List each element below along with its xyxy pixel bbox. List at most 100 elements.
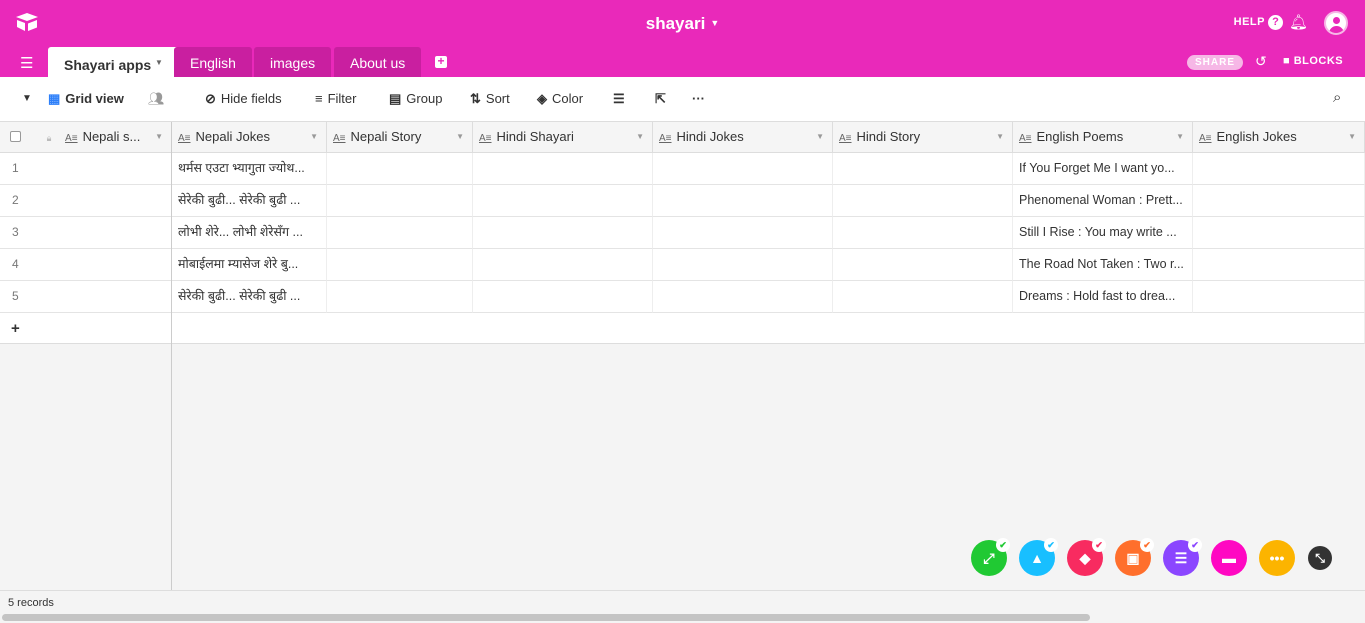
horizontal-scrollbar[interactable] xyxy=(2,614,1090,621)
cell-hindi-jokes[interactable] xyxy=(653,249,833,281)
collapse-blocks-button[interactable]: ⤡ xyxy=(1308,546,1332,570)
column-header-nepali-story[interactable]: A≡ Nepali Story ▼ xyxy=(327,122,473,153)
user-avatar[interactable] xyxy=(1324,11,1348,35)
cell-hindi-jokes[interactable] xyxy=(653,281,833,313)
blocks-button[interactable]: ■ BLOCKS xyxy=(1283,55,1343,67)
row-number[interactable]: 2 xyxy=(0,185,172,217)
column-menu-icon[interactable]: ▼ xyxy=(456,122,464,152)
block-list[interactable]: ☰ ✔ xyxy=(1163,538,1202,576)
cell-nepali-jokes[interactable]: सेरेकी बुढी... सेरेकी बुढी ... xyxy=(172,281,327,313)
cell-nepali-story[interactable] xyxy=(327,153,473,185)
column-menu-icon[interactable]: ▼ xyxy=(636,122,644,152)
block-shapes[interactable]: ▲ ✔ xyxy=(1019,538,1058,576)
cell-nepali-jokes[interactable]: मोबाईलमा म्यासेज शेरे बु... xyxy=(172,249,327,281)
cell-hindi-story[interactable] xyxy=(833,153,1013,185)
tab-shayari-apps[interactable]: Shayari apps ▼ xyxy=(48,47,179,77)
add-table-icon[interactable]: + xyxy=(435,55,447,68)
tab-images[interactable]: images xyxy=(254,47,332,77)
cell-hindi-story[interactable] xyxy=(833,249,1013,281)
history-icon[interactable]: ↺ xyxy=(1255,53,1267,70)
base-title[interactable]: shayari ▼ xyxy=(0,14,1365,34)
cell-nepali-jokes[interactable]: सेरेकी बुढी... सेरेकी बुढी ... xyxy=(172,185,327,217)
cell-hindi-shayari[interactable] xyxy=(473,217,653,249)
column-header-hindi-story[interactable]: A≡ Hindi Story ▼ xyxy=(833,122,1013,153)
cell-english-poems[interactable]: Still I Rise : You may write ... xyxy=(1013,217,1193,249)
cell-hindi-jokes[interactable] xyxy=(653,217,833,249)
column-menu-icon[interactable]: ▼ xyxy=(816,122,824,152)
column-header-english-poems[interactable]: A≡ English Poems ▼ xyxy=(1013,122,1193,153)
column-menu-icon[interactable]: ▼ xyxy=(1176,122,1184,152)
block-apps[interactable]: ◆ ✔ xyxy=(1067,538,1106,576)
hamburger-menu-icon[interactable]: ☰ xyxy=(20,54,33,72)
help-icon[interactable]: ? xyxy=(1268,15,1283,30)
column-menu-icon[interactable]: ▼ xyxy=(310,122,318,152)
cell-hindi-story[interactable] xyxy=(833,185,1013,217)
column-header-nepali-jokes[interactable]: A≡ Nepali Jokes ▼ xyxy=(172,122,327,153)
cell-hindi-shayari[interactable] xyxy=(473,185,653,217)
block-image[interactable]: ▣ ✔ xyxy=(1115,538,1154,576)
comment-icon: ▬ xyxy=(1222,550,1236,566)
cell-english-jokes[interactable] xyxy=(1193,217,1365,249)
block-more[interactable]: ••• xyxy=(1259,540,1295,576)
cell-hindi-shayari[interactable] xyxy=(473,249,653,281)
cell-hindi-story[interactable] xyxy=(833,217,1013,249)
cell-english-poems[interactable]: The Road Not Taken : Two r... xyxy=(1013,249,1193,281)
add-record-button[interactable]: + xyxy=(0,313,1365,344)
sort-button[interactable]: ⇅ Sort xyxy=(470,91,510,107)
share-button[interactable]: SHARE xyxy=(1187,55,1243,70)
notifications-bell-icon[interactable]: 🔔︎ xyxy=(1289,13,1308,31)
cell-nepali-story[interactable] xyxy=(327,249,473,281)
cell-nepali-story[interactable] xyxy=(327,217,473,249)
text-field-icon: A≡ xyxy=(65,133,78,144)
cell-english-poems[interactable]: Phenomenal Woman : Prett... xyxy=(1013,185,1193,217)
cell-hindi-shayari[interactable] xyxy=(473,153,653,185)
column-name: Hindi Shayari xyxy=(496,129,574,144)
cell-nepali-jokes[interactable]: लोभी शेरे... लोभी शेरेसँग ... xyxy=(172,217,327,249)
cell-hindi-story[interactable] xyxy=(833,281,1013,313)
hide-fields-button[interactable]: ⊘ Hide fields xyxy=(205,91,282,107)
column-name: Hindi Jokes xyxy=(676,129,744,144)
caret-down-icon[interactable]: ▼ xyxy=(155,58,163,67)
search-icon[interactable]: ⌕ xyxy=(1333,89,1341,106)
cell-english-jokes[interactable] xyxy=(1193,153,1365,185)
column-header-hindi-jokes[interactable]: A≡ Hindi Jokes ▼ xyxy=(653,122,833,153)
block-comments[interactable]: ▬ xyxy=(1211,540,1247,576)
cell-english-poems[interactable]: If You Forget Me I want yo... xyxy=(1013,153,1193,185)
column-header-english-jokes[interactable]: A≡ English Jokes ▼ xyxy=(1193,122,1365,153)
check-icon: ✔ xyxy=(1092,538,1106,552)
cell-nepali-story[interactable] xyxy=(327,185,473,217)
filter-button[interactable]: ≡ Filter xyxy=(315,91,356,106)
cell-english-jokes[interactable] xyxy=(1193,249,1365,281)
column-header-hindi-shayari[interactable]: A≡ Hindi Shayari ▼ xyxy=(473,122,653,153)
row-number[interactable]: 5 xyxy=(0,281,172,313)
view-switcher[interactable]: ▦ Grid view xyxy=(48,91,124,107)
group-button[interactable]: ▤ Group xyxy=(389,91,442,107)
help-button[interactable]: HELP xyxy=(1234,16,1265,28)
cell-nepali-jokes[interactable]: थर्मस एउटा भ्यागुता ज्योथ... xyxy=(172,153,327,185)
color-button[interactable]: ◈ Color xyxy=(537,91,583,107)
row-number[interactable]: 3 xyxy=(0,217,172,249)
row-number[interactable]: 4 xyxy=(0,249,172,281)
grid-icon: ▦ xyxy=(48,91,61,106)
column-menu-icon[interactable]: ▼ xyxy=(155,122,163,152)
cell-english-jokes[interactable] xyxy=(1193,281,1365,313)
tab-english[interactable]: English xyxy=(174,47,252,77)
select-all-checkbox[interactable] xyxy=(10,131,21,142)
tab-about-us[interactable]: About us xyxy=(334,47,422,77)
column-menu-icon[interactable]: ▼ xyxy=(996,122,1004,152)
view-menu-caret-icon[interactable]: ▼ xyxy=(22,93,32,104)
block-expand[interactable]: ⤢ ✔ xyxy=(971,538,1010,576)
cell-english-poems[interactable]: Dreams : Hold fast to drea... xyxy=(1013,281,1193,313)
cell-hindi-shayari[interactable] xyxy=(473,281,653,313)
cell-nepali-story[interactable] xyxy=(327,281,473,313)
column-menu-icon[interactable]: ▼ xyxy=(1348,122,1356,152)
column-header-nepali-shayari[interactable]: 🔒︎ A≡ Nepali s... ▼ xyxy=(0,122,172,153)
row-number[interactable]: 1 xyxy=(0,153,172,185)
row-height-icon[interactable]: ☰ xyxy=(613,91,625,107)
more-options-icon[interactable]: ··· xyxy=(692,91,705,106)
cell-english-jokes[interactable] xyxy=(1193,185,1365,217)
cell-hindi-jokes[interactable] xyxy=(653,185,833,217)
collaborative-view-icon[interactable]: 👥︎ xyxy=(148,91,165,107)
cell-hindi-jokes[interactable] xyxy=(653,153,833,185)
share-view-icon[interactable]: ⇱ xyxy=(655,91,666,107)
